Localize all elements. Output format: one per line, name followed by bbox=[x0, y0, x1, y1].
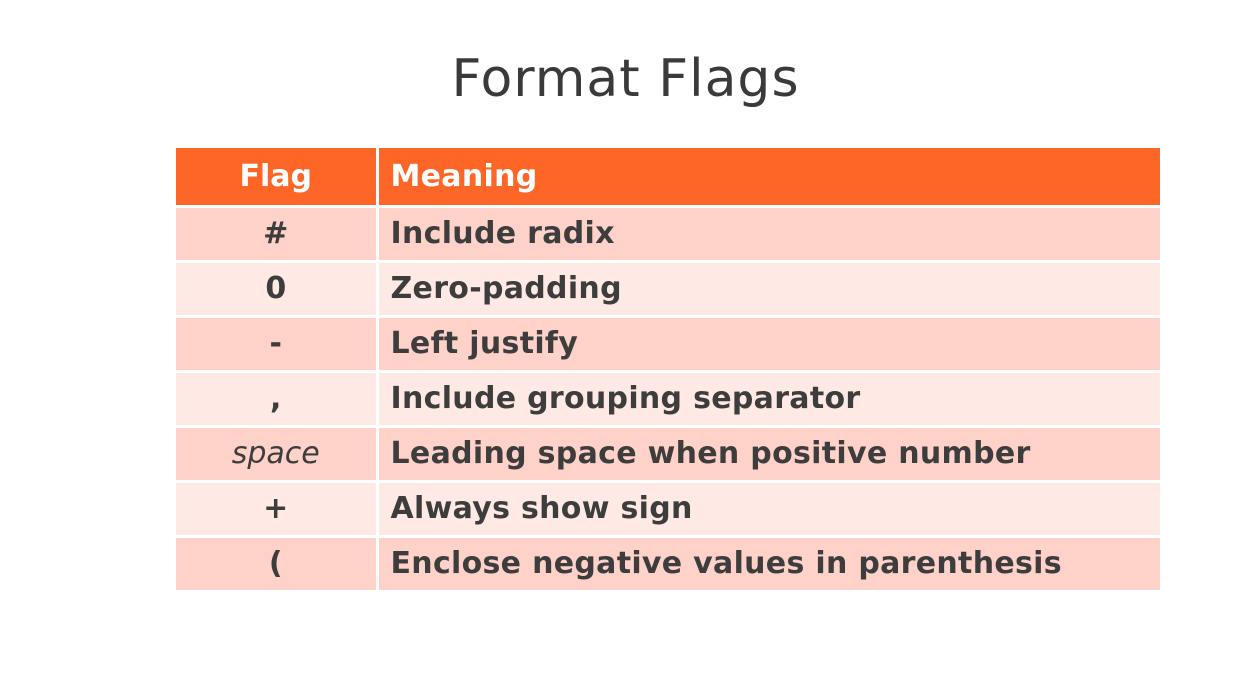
table-row: space Leading space when positive number bbox=[176, 426, 1160, 483]
meaning-cell: Zero-padding bbox=[377, 261, 1160, 318]
meaning-cell: Left justify bbox=[377, 316, 1160, 373]
table-row: # Include radix bbox=[176, 206, 1160, 263]
meaning-cell: Include grouping separator bbox=[377, 371, 1160, 428]
slide-title: Format Flags bbox=[451, 48, 800, 109]
flag-cell: + bbox=[176, 481, 379, 538]
flag-cell: 0 bbox=[176, 261, 379, 318]
meaning-cell: Enclose negative values in parenthesis bbox=[377, 536, 1160, 593]
table-row: ( Enclose negative values in parenthesis bbox=[176, 536, 1160, 593]
meaning-cell: Leading space when positive number bbox=[377, 426, 1160, 483]
meaning-cell: Include radix bbox=[377, 206, 1160, 263]
table-header-row: Flag Meaning bbox=[176, 148, 1160, 208]
flag-cell: space bbox=[176, 426, 379, 483]
flag-cell: , bbox=[176, 371, 379, 428]
meaning-column-header: Meaning bbox=[377, 148, 1160, 208]
format-flags-table: Flag Meaning # Include radix 0 Zero-padd… bbox=[176, 148, 1160, 593]
flag-cell: ( bbox=[176, 536, 379, 593]
table-row: + Always show sign bbox=[176, 481, 1160, 538]
table-row: , Include grouping separator bbox=[176, 371, 1160, 428]
flag-cell: # bbox=[176, 206, 379, 263]
table-row: - Left justify bbox=[176, 316, 1160, 373]
table-row: 0 Zero-padding bbox=[176, 261, 1160, 318]
flag-cell: - bbox=[176, 316, 379, 373]
meaning-cell: Always show sign bbox=[377, 481, 1160, 538]
flag-column-header: Flag bbox=[176, 148, 379, 208]
